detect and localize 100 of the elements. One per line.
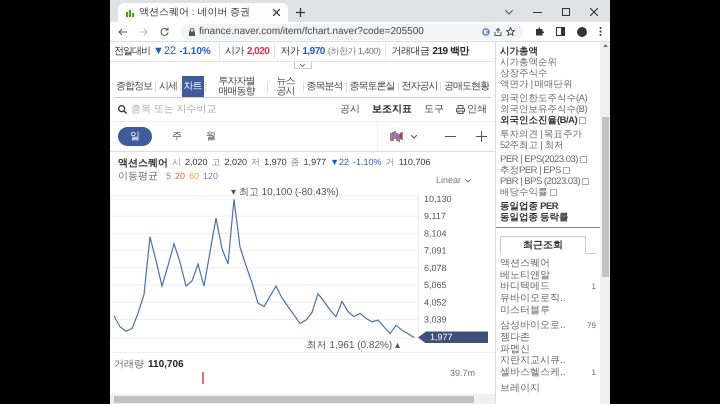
chart-favicon-icon <box>126 8 135 16</box>
quote-change: ▼22 <box>330 156 350 170</box>
url-text: finance.naver.com/item/fchart.naver?code=205500 <box>199 25 425 39</box>
current-price-tag: 1,977 <box>418 331 488 344</box>
change-percent: -1.10% <box>179 45 211 59</box>
caret-icon[interactable] <box>411 134 417 138</box>
scroll-up-icon[interactable] <box>602 44 608 47</box>
nav-tab[interactable]: 종목토론실 <box>348 76 396 97</box>
quote-value: 1,970 <box>264 156 287 170</box>
field-value: 2,020 <box>246 45 270 59</box>
chevron-down-icon <box>300 64 305 66</box>
candlestick-icon[interactable] <box>390 131 403 142</box>
recent-item[interactable]: 바디텍메드 <box>500 281 550 293</box>
share-icon[interactable] <box>494 28 502 36</box>
info-label: PBR | BPS (2023.03) <box>500 176 580 187</box>
moving-average-period: 60 <box>189 170 200 183</box>
info-label: 52주최고 | 최저 <box>500 140 564 151</box>
recent-item[interactable]: 액션스퀘어 <box>500 258 550 270</box>
recent-item[interactable]: 베노티앤알 <box>500 270 550 281</box>
y-axis-label: 10,130 <box>424 194 452 204</box>
star-icon[interactable] <box>506 27 515 36</box>
period-tab[interactable]: 월 <box>202 129 220 144</box>
quote-label: 고 <box>212 156 221 170</box>
y-axis-label: 6,078 <box>424 262 447 273</box>
moving-average-period: 20 <box>175 170 186 183</box>
recent-count: 79 <box>587 320 596 332</box>
field-label: 시가 <box>224 45 244 59</box>
print-button[interactable]: 인쇄 <box>456 102 487 117</box>
volume-label: 거래량 <box>114 358 144 372</box>
nav-tab[interactable]: 종목분석 <box>304 76 345 97</box>
moving-average-period: 5 <box>166 170 172 183</box>
quote-label: 저 <box>251 156 260 170</box>
zoom-in-icon[interactable] <box>476 131 487 142</box>
info-label: 배당수익률 <box>500 187 548 198</box>
horizontal-scrollbar[interactable] <box>110 394 495 404</box>
info-label: 외국인보유주식수(B) <box>500 104 588 115</box>
address-bar[interactable]: finance.naver.com/item/fchart.naver?code=205500 <box>181 24 523 40</box>
nav-tab[interactable]: 전자공시 <box>399 76 440 97</box>
more-button[interactable] <box>294 62 312 69</box>
nav-tab[interactable]: 뉴스 공시 <box>269 76 302 97</box>
google-icon[interactable] <box>482 28 490 36</box>
caret-icon <box>465 178 471 182</box>
recent-item[interactable]: 미스터블루 <box>500 304 550 316</box>
toolbar-link[interactable]: 공시 <box>340 102 360 117</box>
recent-tab[interactable]: 최근조회 <box>500 236 586 254</box>
back-icon[interactable] <box>118 28 127 36</box>
recent-count: 1 <box>592 281 596 293</box>
reload-icon[interactable] <box>160 27 169 36</box>
nav-tab[interactable]: 시세 <box>156 76 179 97</box>
nav-tab[interactable]: 차트 <box>182 76 204 97</box>
info-label: 상장주식수 <box>500 68 548 79</box>
low-price-label: 최저 1,961 (0.82%) ▴ <box>306 340 400 352</box>
chevron-down-icon[interactable] <box>505 10 513 14</box>
info-label: 외국인한도주식수(A) <box>500 93 588 104</box>
compare-search-field[interactable]: 종목 또는 지수비교 <box>131 102 281 117</box>
field-label: 저가 <box>280 45 300 59</box>
quote-value: 2,020 <box>185 156 208 170</box>
scrollbar-thumb[interactable] <box>114 396 474 402</box>
toolbar-link[interactable]: 보조지표 <box>372 102 412 117</box>
quote-change-percent: -1.10% <box>353 156 382 170</box>
printer-icon <box>456 105 465 114</box>
close-icon[interactable] <box>273 9 280 16</box>
toolbar-link[interactable]: 도구 <box>424 102 444 117</box>
recent-item[interactable]: 지란지교시큐.. <box>500 355 566 366</box>
recent-item[interactable]: 삼성바이오로.. <box>500 320 566 332</box>
info-label: 액면가 | 매매단위 <box>500 79 573 90</box>
recent-item[interactable]: 브레이지 <box>500 382 540 394</box>
info-label: 시가총액순위 <box>500 57 557 68</box>
recent-item[interactable]: 유바이오로직.. <box>500 293 566 304</box>
change-label: 전일대비 <box>114 45 150 59</box>
puzzle-icon[interactable] <box>535 27 544 36</box>
scrollbar-thumb[interactable] <box>602 117 608 277</box>
info-label: 투자의견 | 목표주가 <box>500 129 582 140</box>
field-note: (하한가 1,400) <box>328 44 380 58</box>
nav-tab[interactable]: 투자자별 매매동향 <box>206 76 266 97</box>
period-tab[interactable]: 일 <box>118 127 152 146</box>
avatar-icon[interactable] <box>577 26 587 36</box>
browser-tab[interactable]: 액션스퀘어 : 네이버 증권 <box>118 3 288 22</box>
quote-value: 110,706 <box>398 156 430 170</box>
y-axis-label: 7,091 <box>424 246 447 256</box>
period-tab[interactable]: 주 <box>168 129 186 144</box>
info-label: 추정PER | EPS <box>500 165 561 176</box>
search-icon <box>118 105 127 114</box>
vertical-scrollbar[interactable] <box>600 42 610 404</box>
quote-value: 2,020 <box>224 156 248 170</box>
nav-tab[interactable]: 공매도현황 <box>442 76 492 97</box>
menu-icon[interactable] <box>599 27 602 36</box>
new-tab-icon[interactable] <box>296 8 305 17</box>
y-axis-label: 5,065 <box>424 280 447 290</box>
field-label: 거래대금 <box>391 45 430 59</box>
side-panel-icon[interactable] <box>556 27 565 36</box>
recent-item[interactable]: 젬다존 <box>500 332 530 344</box>
quote-value: 1,977 <box>304 156 326 170</box>
close-icon[interactable] <box>590 8 598 16</box>
info-label: 동일업종 PER <box>500 201 558 212</box>
maximize-icon[interactable] <box>562 8 570 16</box>
nav-tab[interactable]: 종합정보 <box>114 76 154 97</box>
recent-item[interactable]: 셀바스헬스케.. <box>500 366 566 378</box>
scale-dropdown[interactable]: Linear <box>436 174 471 188</box>
recent-item[interactable]: 파멥신 <box>500 344 530 355</box>
